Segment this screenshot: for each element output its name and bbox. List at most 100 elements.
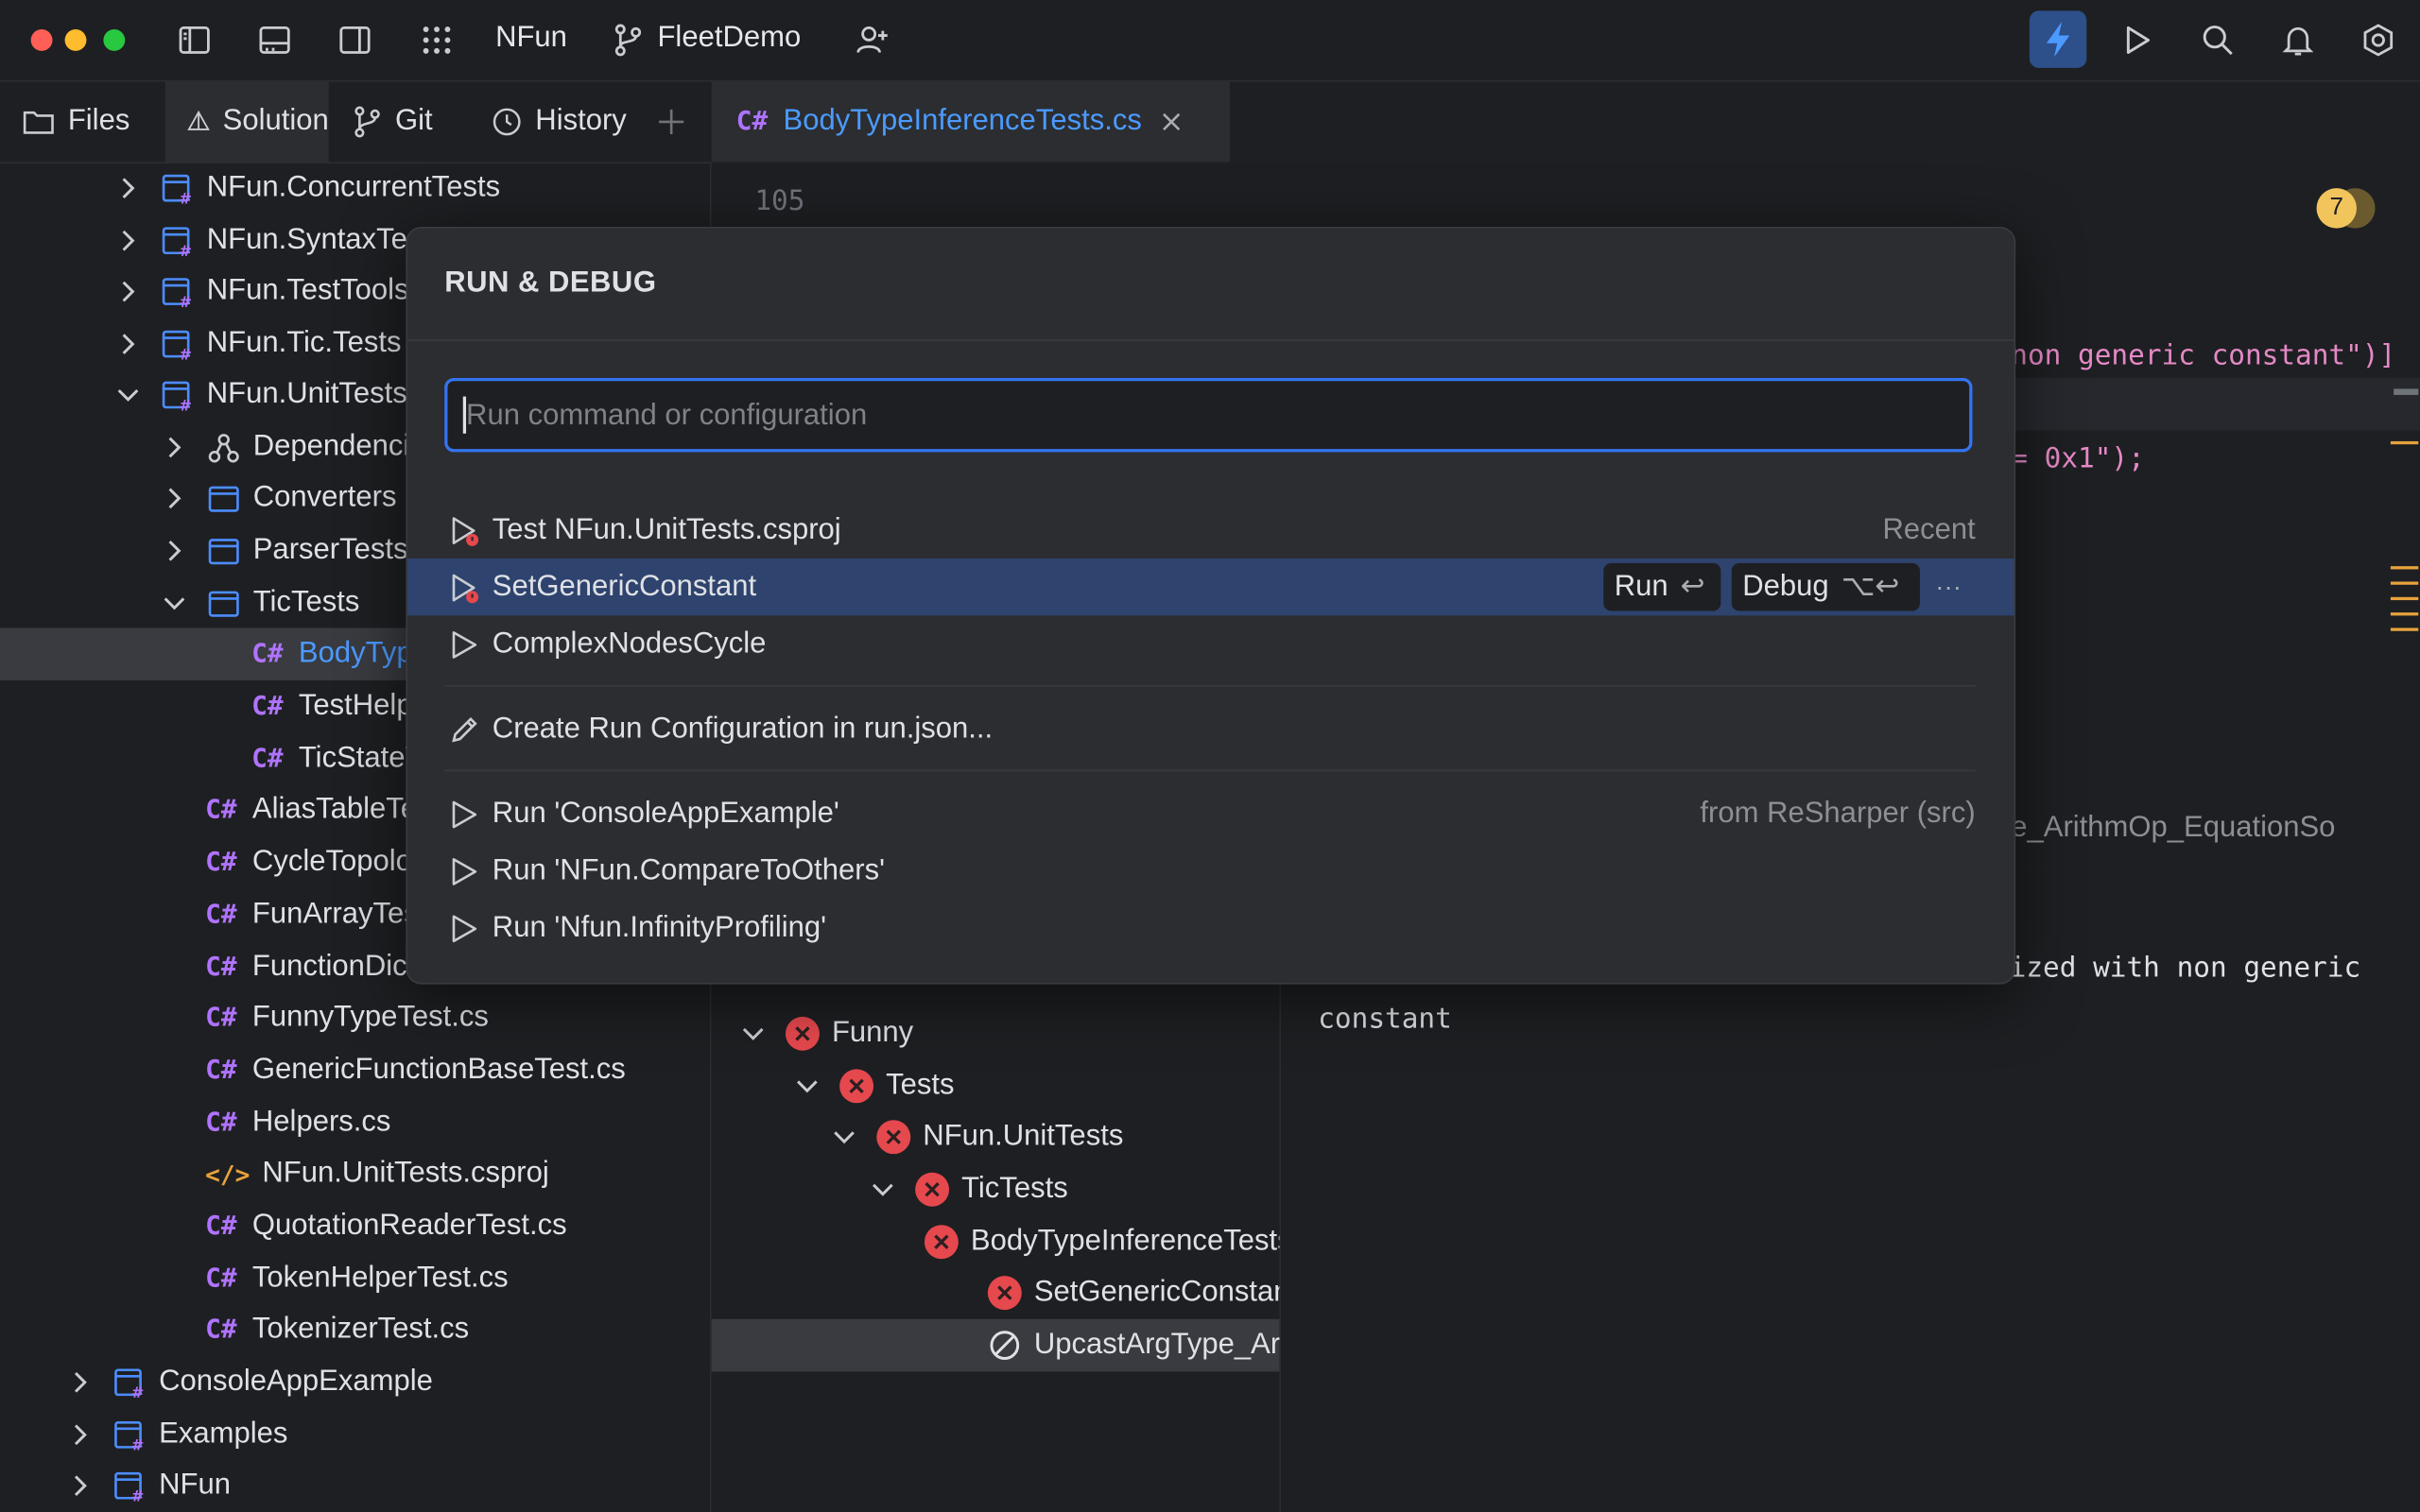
xml-file-icon: </> [205, 1159, 251, 1189]
chevron-right-icon[interactable] [161, 537, 188, 564]
tree-item[interactable]: C# TokenHelperTest.cs [0, 1253, 710, 1306]
test-node[interactable]: TicTests [712, 1163, 1280, 1216]
tree-item[interactable]: C# TokenizerTest.cs [0, 1304, 710, 1357]
run-config-label: Test NFun.UnitTests.csproj [492, 512, 841, 546]
tree-item[interactable]: # NFun.ConcurrentTests [0, 162, 710, 215]
option-enter-key-hint: ⌥↩ [1841, 571, 1900, 604]
chevron-right-icon[interactable] [66, 1368, 94, 1396]
test-node[interactable]: SetGenericConstant [712, 1266, 1279, 1319]
chevron-right-icon[interactable] [161, 434, 188, 461]
add-tab-icon[interactable] [654, 105, 688, 139]
editor-breadcrumb-fragment[interactable]: e_ArithmOp_EquationSo [2011, 812, 2335, 846]
test-node[interactable]: BodyTypeInferenceTests [712, 1215, 1279, 1268]
chevron-right-icon[interactable] [66, 1421, 94, 1449]
run-action-button[interactable]: Run ↩ [1603, 562, 1721, 611]
debug-action-button[interactable]: Debug ⌥↩ [1731, 562, 1920, 611]
warning-count: 7 [2316, 188, 2357, 229]
chevron-right-icon[interactable] [66, 1472, 94, 1500]
csharp-project-icon: # [162, 227, 192, 258]
tree-item[interactable]: C# QuotationReaderTest.cs [0, 1200, 710, 1253]
tree-item[interactable]: # Examples [0, 1409, 710, 1462]
tree-item[interactable]: C# FunnyTypeTest.cs [0, 992, 710, 1045]
tree-item-label: Converters [252, 481, 397, 514]
search-icon[interactable] [2199, 22, 2236, 59]
test-node-label: NFun.UnitTests [923, 1120, 1124, 1153]
run-config-item[interactable]: ComplexNodesCycle [407, 615, 2014, 672]
failed-icon [876, 1120, 911, 1155]
editor-tab-active[interactable]: C# BodyTypeInferenceTests.cs [711, 81, 1231, 163]
tree-item[interactable]: # ConsoleAppExample [0, 1356, 710, 1409]
test-node[interactable]: NFun.UnitTests [712, 1110, 1280, 1163]
tree-item-label: TokenizerTest.cs [251, 1313, 470, 1346]
git-branch-icon [354, 106, 380, 138]
run-icon [452, 800, 477, 829]
chevron-right-icon[interactable] [114, 227, 142, 254]
tab-solution[interactable]: Solution [164, 81, 329, 163]
run-config-item-selected[interactable]: SetGenericConstant Run ↩ Debug ⌥↩ ··· [407, 558, 2014, 616]
bell-icon[interactable] [2279, 22, 2316, 59]
smart-mode-button[interactable] [2029, 10, 2087, 68]
chevron-down-icon[interactable] [793, 1073, 821, 1100]
chevron-right-icon[interactable] [114, 278, 142, 305]
tab-files[interactable]: Files [22, 82, 164, 163]
chevron-down-icon[interactable] [739, 1020, 767, 1047]
tree-item[interactable]: # NFun [0, 1459, 710, 1512]
close-tab-icon[interactable] [1160, 112, 1182, 133]
workspace-name[interactable]: NFun [495, 22, 567, 56]
run-config-item[interactable]: Run 'Nfun.InfinityProfiling' [407, 900, 2014, 956]
output-line: ized with non generic [2009, 952, 2361, 985]
gutter-marker [2390, 566, 2419, 570]
left-panel-tabs: Files Solution Git History [0, 81, 710, 164]
tree-item-label: NFun.UnitTests.csproj [262, 1157, 549, 1190]
toggle-left-panel-icon[interactable] [176, 22, 213, 59]
problems-badge[interactable]: 7 [2316, 188, 2376, 229]
csharp-file-icon: C# [205, 1263, 237, 1295]
run-config-item[interactable]: Test NFun.UnitTests.csproj Recent [407, 502, 2014, 558]
csharp-file-icon: C# [205, 847, 237, 878]
toggle-bottom-panel-icon[interactable] [256, 22, 293, 59]
chevron-down-icon[interactable] [161, 590, 188, 617]
editor-scroll-thumb[interactable] [2394, 388, 2419, 395]
run-config-item[interactable]: Run 'NFun.CompareToOthers' [407, 842, 2014, 899]
tree-item[interactable]: C# Helpers.cs [0, 1097, 710, 1150]
apps-grid-icon[interactable] [418, 22, 455, 59]
csharp-project-icon: # [162, 278, 192, 309]
csharp-file-icon: C# [735, 106, 769, 138]
more-actions-icon[interactable]: ··· [1935, 572, 1962, 603]
tab-git[interactable]: Git [352, 82, 475, 163]
test-node[interactable]: Funny [712, 1007, 1280, 1060]
settings-icon[interactable] [2360, 22, 2396, 59]
run-config-label: Run 'NFun.CompareToOthers' [492, 853, 886, 886]
chevron-right-icon[interactable] [161, 485, 188, 512]
tree-item[interactable]: </> NFun.UnitTests.csproj [0, 1148, 710, 1201]
run-icon[interactable] [2119, 22, 2156, 59]
test-node[interactable]: Tests [712, 1060, 1280, 1113]
run-action-label: Run [1614, 570, 1668, 603]
test-node-selected[interactable]: UpcastArgType_ArithmOp [711, 1318, 1280, 1372]
project-name[interactable]: FleetDemo [657, 22, 801, 56]
run-search-input[interactable] [462, 381, 1951, 453]
tree-item-label: ConsoleAppExample [159, 1365, 433, 1399]
csharp-project-icon: # [114, 1420, 144, 1452]
chevron-down-icon[interactable] [869, 1176, 896, 1203]
chevron-right-icon[interactable] [114, 330, 142, 357]
add-user-icon[interactable] [854, 22, 890, 59]
run-icon [452, 915, 477, 943]
chevron-right-icon[interactable] [114, 174, 142, 201]
run-search-field[interactable] [444, 377, 1973, 453]
chevron-down-icon[interactable] [114, 381, 142, 408]
minimize-window-button[interactable] [64, 29, 87, 51]
folder-icon [23, 111, 54, 134]
close-window-button[interactable] [30, 29, 53, 51]
csharp-file-icon: C# [205, 1003, 237, 1034]
tab-history[interactable]: History [491, 82, 627, 163]
run-config-item[interactable]: Run 'ConsoleAppExample' from ReSharper (… [407, 785, 2014, 842]
tree-item[interactable]: C# GenericFunctionBaseTest.cs [0, 1044, 710, 1097]
toggle-right-panel-icon[interactable] [337, 22, 373, 59]
zoom-window-button[interactable] [103, 29, 126, 51]
create-run-config-item[interactable]: Create Run Configuration in run.json... [407, 700, 2014, 757]
chevron-down-icon[interactable] [830, 1124, 857, 1151]
run-config-label: ComplexNodesCycle [492, 627, 767, 660]
run-debug-popup: RUN & DEBUG Test NFun.UnitTests.csproj R… [406, 226, 2016, 985]
recent-hint: Recent [1882, 512, 1976, 546]
